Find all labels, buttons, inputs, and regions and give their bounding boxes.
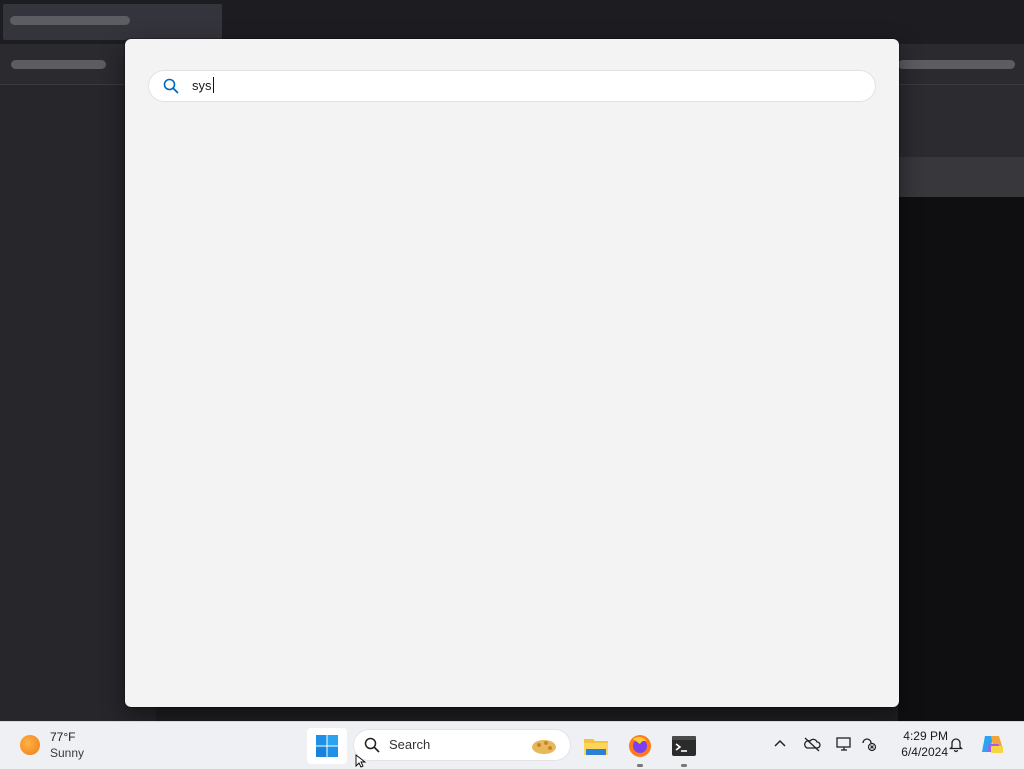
text-caret: [212, 77, 214, 93]
search-icon: [364, 737, 380, 753]
firefox-button[interactable]: [624, 730, 656, 767]
search-icon: [163, 78, 179, 94]
clock-date: 6/4/2024: [901, 745, 948, 759]
accessibility-status-icon[interactable]: [860, 735, 878, 753]
file-explorer-icon: [584, 739, 608, 755]
background-toolbar-placeholder-right: [898, 60, 1015, 69]
windows-logo-icon: [316, 735, 338, 757]
taskbar-search-label: Search: [389, 737, 431, 752]
terminal-icon: [672, 736, 696, 756]
background-tab-placeholder: [10, 16, 130, 25]
onedrive-offline-icon[interactable]: [803, 735, 821, 753]
start-button[interactable]: [307, 728, 347, 764]
search-query-text[interactable]: sys: [192, 71, 214, 101]
background-toolbar-placeholder: [11, 60, 106, 69]
search-query-value: sys: [192, 78, 212, 93]
taskbar-clock[interactable]: 4:29 PM 6/4/2024: [886, 728, 948, 760]
search-highlight-icon: [532, 740, 556, 754]
background-panel-row[interactable]: [898, 157, 1024, 197]
network-display-icon[interactable]: [835, 735, 853, 753]
background-content: [898, 197, 1024, 721]
copilot-pre-icon[interactable]: [980, 732, 1004, 756]
running-indicator: [637, 764, 643, 767]
search-input[interactable]: sys: [149, 71, 875, 101]
taskbar: 77°F Sunny Search 4:29 PM 6/4/2024: [0, 721, 1024, 769]
firefox-icon: [629, 735, 651, 757]
search-flyout: sys: [125, 39, 899, 707]
running-indicator: [681, 764, 687, 767]
sunny-weather-icon: [20, 735, 40, 755]
taskbar-search-box[interactable]: Search: [354, 730, 570, 760]
weather-widget[interactable]: 77°F Sunny: [20, 730, 140, 766]
weather-temperature: 77°F: [50, 730, 76, 744]
chevron-up-icon[interactable]: [771, 735, 789, 753]
weather-condition: Sunny: [50, 746, 85, 760]
notification-bell-icon[interactable]: [947, 735, 965, 753]
background-panel: [898, 85, 1024, 157]
terminal-button[interactable]: [668, 730, 700, 767]
mouse-cursor-icon: [355, 754, 367, 768]
clock-time: 4:29 PM: [903, 729, 948, 743]
file-explorer-button[interactable]: [580, 730, 612, 762]
